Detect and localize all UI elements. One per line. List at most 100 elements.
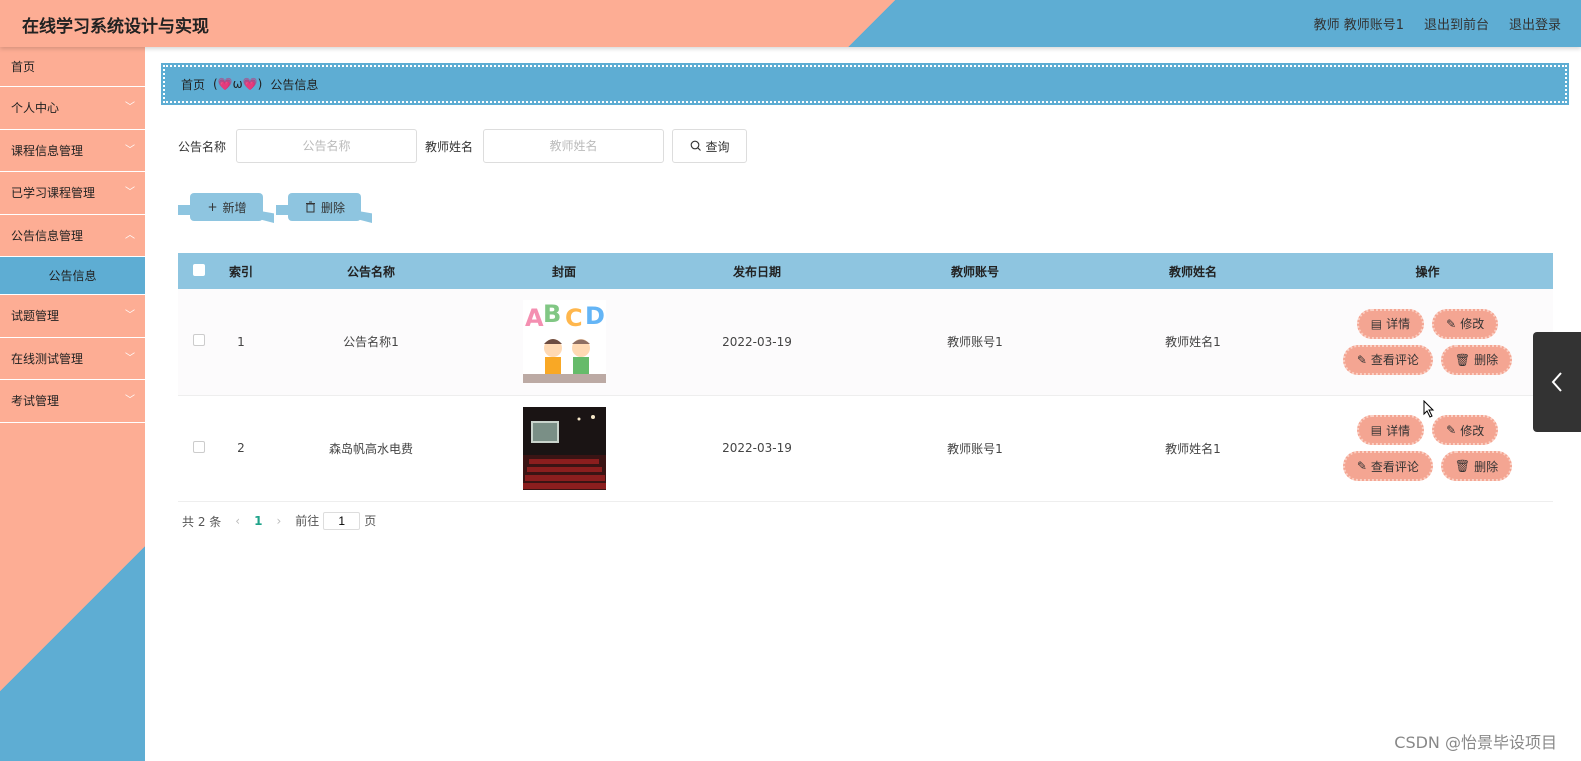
edit-button[interactable]: ✎ 修改 — [1432, 308, 1499, 339]
cell-date: 2022-03-19 — [722, 441, 792, 455]
page-suffix: 页 — [364, 514, 377, 528]
cell-index: 2 — [237, 441, 245, 455]
pencil-icon: ✎ — [1356, 352, 1367, 367]
document-icon: ▤ — [1370, 316, 1383, 331]
detail-label: 详情 — [1386, 423, 1411, 438]
pencil-icon: ✎ — [1446, 316, 1457, 331]
add-button[interactable]: + 新增 — [178, 193, 274, 223]
column-header[interactable]: 发布日期 — [648, 253, 866, 289]
cover-image — [522, 406, 606, 490]
delete-button[interactable]: 🗑 删除 — [1440, 344, 1513, 375]
sidebar-item-label: 个人中心 — [11, 101, 60, 115]
svg-text:A: A — [525, 304, 544, 332]
cell-name: 森岛帆高水电费 — [328, 441, 413, 456]
edit-button[interactable]: ✎ 修改 — [1432, 415, 1499, 445]
action-bar: + 新增 删除 — [178, 193, 372, 223]
edit-label: 修改 — [1460, 423, 1485, 438]
sidebar-item-exams[interactable]: 考试管理 ﹀ — [0, 380, 145, 423]
row-checkbox[interactable] — [193, 440, 205, 453]
search-bar: 公告名称 教师姓名 查询 — [178, 129, 748, 163]
pencil-icon: ✎ — [1356, 459, 1367, 473]
batch-delete-button[interactable]: 删除 — [276, 193, 372, 223]
sidebar-item-label: 考试管理 — [11, 394, 60, 408]
cell-name: 公告名称1 — [343, 335, 399, 350]
chevron-down-icon: ﹀ — [125, 102, 135, 113]
query-button[interactable]: 查询 — [672, 129, 748, 163]
delete-label: 删除 — [1474, 353, 1499, 368]
top-header: 在线学习系统设计与实现 教师 教师账号1 退出到前台 退出登录 — [0, 0, 1581, 47]
trash-icon: 🗑 — [1454, 352, 1471, 367]
row-checkbox[interactable] — [193, 334, 205, 347]
table-row: 1 公告名称1 A B C D 2022-03-19 教师账号1 教师姓名1 ▤… — [178, 289, 1553, 395]
delete-label: 删除 — [1474, 459, 1499, 474]
view-comments-button[interactable]: ✎ 查看评论 — [1342, 451, 1433, 481]
table-header-row: 索引 公告名称 封面 发布日期 教师账号 教师姓名 操作 — [178, 253, 1553, 289]
svg-text:C: C — [565, 304, 583, 332]
add-label: 新增 — [222, 200, 247, 215]
chevron-up-icon: ︿ — [125, 229, 135, 241]
column-header: 索引 — [228, 264, 253, 279]
watermark: CSDN @怡景毕设项目 — [1394, 733, 1557, 752]
search-icon — [690, 140, 701, 151]
header-user-links: 教师 教师账号1 退出到前台 退出登录 — [1314, 14, 1561, 33]
document-icon: ▤ — [1370, 423, 1383, 437]
pagination: 共 2 条 ‹ 1 › 前往 页 — [182, 512, 376, 530]
sidebar-item-courses[interactable]: 课程信息管理 ﹀ — [0, 130, 145, 172]
cover-image: A B C D — [522, 300, 606, 384]
delete-label: 删除 — [320, 200, 345, 215]
cell-account: 教师账号1 — [947, 335, 1003, 350]
table-row: 2 森岛帆高水电费 2022-03-19 教师账号1 教师姓名1 ▤ 详情 ✎ … — [178, 395, 1553, 501]
next-page-icon[interactable]: › — [276, 514, 281, 528]
chevron-down-icon: ﹀ — [125, 352, 135, 364]
detail-button[interactable]: ▤ 详情 — [1356, 308, 1425, 339]
sidebar-item-studied-courses[interactable]: 已学习课程管理 ﹀ — [0, 172, 145, 215]
breadcrumb-current: 公告信息 — [270, 77, 319, 92]
page-number[interactable]: 1 — [254, 514, 262, 528]
sidebar-subitem-notice-info[interactable]: 公告信息 — [0, 257, 145, 295]
sidebar-item-questions[interactable]: 试题管理 ﹀ — [0, 295, 145, 338]
trash-icon: 🗑 — [1454, 459, 1471, 473]
app-title: 在线学习系统设计与实现 — [22, 17, 209, 37]
teacher-name-input[interactable] — [483, 129, 665, 163]
cell-date: 2022-03-19 — [722, 334, 792, 349]
breadcrumb-home[interactable]: 首页 — [181, 76, 205, 93]
prev-page-icon[interactable]: ‹ — [235, 514, 240, 528]
goto-label: 前往 — [295, 514, 320, 528]
current-user: 教师 教师账号1 — [1313, 18, 1404, 33]
cell-account: 教师账号1 — [947, 441, 1003, 456]
goto-page-input[interactable] — [323, 512, 361, 530]
sidebar-item-notices[interactable]: 公告信息管理 ︿ — [0, 215, 145, 257]
column-header[interactable]: 教师姓名 — [1084, 253, 1302, 289]
cell-teacher: 教师姓名1 — [1165, 441, 1221, 456]
cell-index: 1 — [237, 334, 245, 349]
column-header: 操作 — [1415, 264, 1440, 279]
sidebar-item-label: 公告信息管理 — [11, 228, 84, 243]
row-actions: ▤ 详情 ✎ 修改 ✎ 查看评论 🗑 删除 — [1342, 308, 1513, 375]
detail-label: 详情 — [1386, 317, 1411, 332]
sidebar-item-label: 公告信息 — [48, 269, 97, 283]
side-panel-toggle[interactable] — [1533, 332, 1581, 432]
detail-button[interactable]: ▤ 详情 — [1356, 415, 1425, 445]
view-comments-button[interactable]: ✎ 查看评论 — [1342, 344, 1433, 375]
logout-link[interactable]: 退出登录 — [1509, 14, 1561, 33]
sidebar-item-profile[interactable]: 个人中心 ﹀ — [0, 87, 145, 130]
notice-name-input[interactable] — [236, 129, 418, 163]
delete-button[interactable]: 🗑 删除 — [1440, 451, 1513, 481]
chevron-left-icon — [1551, 372, 1562, 392]
trash-icon — [305, 201, 315, 213]
sidebar-item-home[interactable]: 首页 — [0, 47, 145, 87]
chevron-down-icon: ﹀ — [125, 187, 135, 198]
select-all-checkbox[interactable] — [193, 263, 205, 276]
pencil-icon: ✎ — [1446, 423, 1457, 437]
notice-name-label: 公告名称 — [178, 139, 227, 154]
front-link[interactable]: 退出到前台 — [1424, 14, 1489, 33]
column-header: 封面 — [551, 264, 576, 279]
column-header[interactable]: 公告名称 — [262, 253, 480, 289]
comments-label: 查看评论 — [1370, 353, 1419, 368]
sidebar-item-online-tests[interactable]: 在线测试管理 ﹀ — [0, 338, 145, 380]
column-header[interactable]: 教师账号 — [866, 253, 1084, 289]
svg-text:B: B — [543, 300, 561, 328]
sidebar: 首页 个人中心 ﹀ 课程信息管理 ﹀ 已学习课程管理 ﹀ 公告信息管理 ︿ 公告信息 试… — [0, 47, 145, 761]
breadcrumb: 首页 (💗ω💗) 公告信息 — [161, 63, 1569, 105]
total-count: 共 2 条 — [182, 514, 222, 529]
